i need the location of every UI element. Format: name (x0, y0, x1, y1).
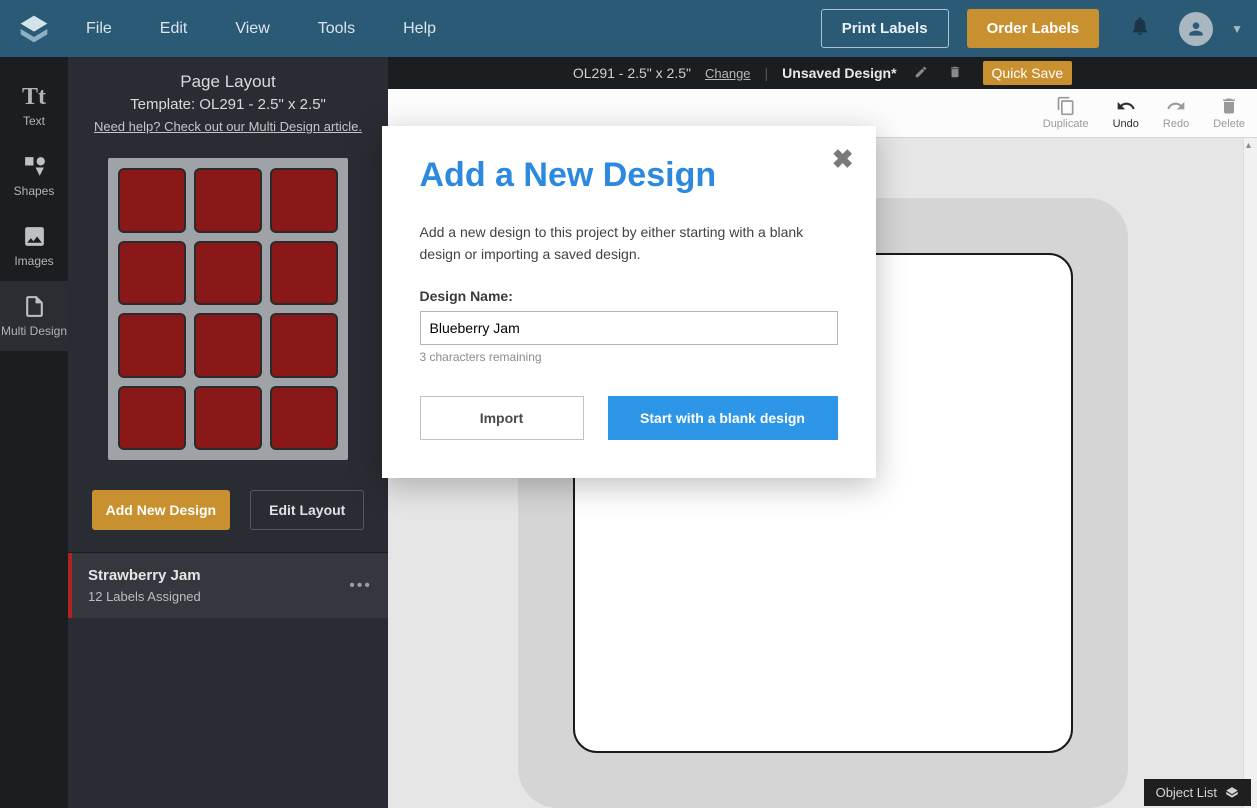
delete-design-icon[interactable] (945, 65, 965, 82)
rail-images-label: Images (14, 254, 53, 268)
design-menu-icon[interactable]: ••• (349, 577, 372, 595)
object-list-toggle[interactable]: Object List (1144, 779, 1251, 806)
rail-images[interactable]: Images (0, 211, 68, 281)
characters-hint: 3 characters remaining (420, 350, 838, 364)
close-icon[interactable]: ✖ (832, 144, 854, 175)
layout-cell[interactable] (118, 386, 186, 451)
menu-list: File Edit View Tools Help (86, 20, 436, 38)
print-labels-button[interactable]: Print Labels (821, 9, 949, 48)
design-name-label: Design Name: (420, 288, 838, 304)
scrollbar[interactable] (1243, 138, 1257, 808)
duplicate-label: Duplicate (1043, 118, 1089, 130)
images-icon (22, 224, 47, 249)
user-avatar[interactable] (1179, 12, 1213, 46)
modal-description: Add a new design to this project by eith… (420, 221, 838, 266)
menu-help[interactable]: Help (403, 20, 436, 38)
logo-icon (18, 13, 50, 45)
object-list-label: Object List (1156, 785, 1217, 800)
rail-text-label: Text (23, 114, 45, 128)
layout-cell[interactable] (194, 168, 262, 233)
redo-label: Redo (1163, 118, 1189, 130)
rail-multi-design[interactable]: Multi Design (0, 281, 68, 351)
layout-cell[interactable] (194, 241, 262, 306)
notifications-icon[interactable] (1129, 15, 1151, 43)
help-link[interactable]: Need help? Check out our Multi Design ar… (78, 119, 378, 134)
app-logo[interactable] (0, 13, 68, 45)
document-info-bar: OL291 - 2.5" x 2.5" Change | Unsaved Des… (388, 57, 1257, 89)
rail-multi-label: Multi Design (1, 324, 67, 338)
undo-label: Undo (1113, 118, 1139, 130)
rename-icon[interactable] (911, 65, 931, 82)
design-name-input[interactable] (420, 311, 838, 345)
layout-cell[interactable] (118, 313, 186, 378)
duplicate-tool[interactable]: Duplicate (1043, 96, 1089, 130)
delete-tool[interactable]: Delete (1213, 96, 1245, 130)
add-new-design-button[interactable]: Add New Design (92, 490, 230, 530)
order-labels-button[interactable]: Order Labels (967, 9, 1100, 48)
text-icon: Tt (22, 84, 46, 111)
undo-tool[interactable]: Undo (1113, 96, 1139, 130)
layers-icon (1225, 786, 1239, 800)
document-icon (22, 294, 47, 319)
redo-tool[interactable]: Redo (1163, 96, 1189, 130)
quick-save-button[interactable]: Quick Save (983, 61, 1073, 85)
rail-shapes[interactable]: Shapes (0, 141, 68, 211)
top-menu-bar: File Edit View Tools Help Print Labels O… (0, 0, 1257, 57)
edit-layout-button[interactable]: Edit Layout (250, 490, 364, 530)
design-sub: 12 Labels Assigned (88, 589, 201, 604)
panel-title: Page Layout (78, 72, 378, 92)
side-panel: Page Layout Template: OL291 - 2.5" x 2.5… (68, 57, 388, 808)
rail-text[interactable]: Tt Text (0, 71, 68, 141)
layout-preview[interactable] (108, 158, 348, 460)
import-button[interactable]: Import (420, 396, 584, 440)
layout-cell[interactable] (194, 313, 262, 378)
layout-cell[interactable] (118, 241, 186, 306)
design-list-item[interactable]: Strawberry Jam 12 Labels Assigned ••• (68, 553, 388, 618)
layout-cell[interactable] (118, 168, 186, 233)
change-template-link[interactable]: Change (705, 66, 751, 81)
layout-cell[interactable] (270, 313, 338, 378)
start-blank-button[interactable]: Start with a blank design (608, 396, 838, 440)
delete-label: Delete (1213, 118, 1245, 130)
rail-shapes-label: Shapes (14, 184, 55, 198)
layout-cell[interactable] (270, 168, 338, 233)
user-menu-caret[interactable]: ▼ (1231, 22, 1243, 36)
layout-cell[interactable] (194, 386, 262, 451)
topbar-right: Print Labels Order Labels ▼ (821, 9, 1257, 48)
add-design-modal: ✖ Add a New Design Add a new design to t… (382, 126, 876, 478)
menu-tools[interactable]: Tools (318, 20, 355, 38)
menu-edit[interactable]: Edit (160, 20, 188, 38)
layout-cell[interactable] (270, 386, 338, 451)
menu-file[interactable]: File (86, 20, 112, 38)
modal-title: Add a New Design (420, 156, 838, 195)
menu-view[interactable]: View (235, 20, 269, 38)
left-icon-rail: Tt Text Shapes Images Multi Design (0, 57, 68, 808)
template-name: OL291 - 2.5" x 2.5" (573, 65, 691, 81)
shapes-icon (22, 154, 47, 179)
panel-subtitle: Template: OL291 - 2.5" x 2.5" (78, 96, 378, 113)
layout-cell[interactable] (270, 241, 338, 306)
separator: | (765, 65, 769, 81)
design-title: Unsaved Design* (782, 65, 896, 81)
design-name: Strawberry Jam (88, 567, 201, 584)
